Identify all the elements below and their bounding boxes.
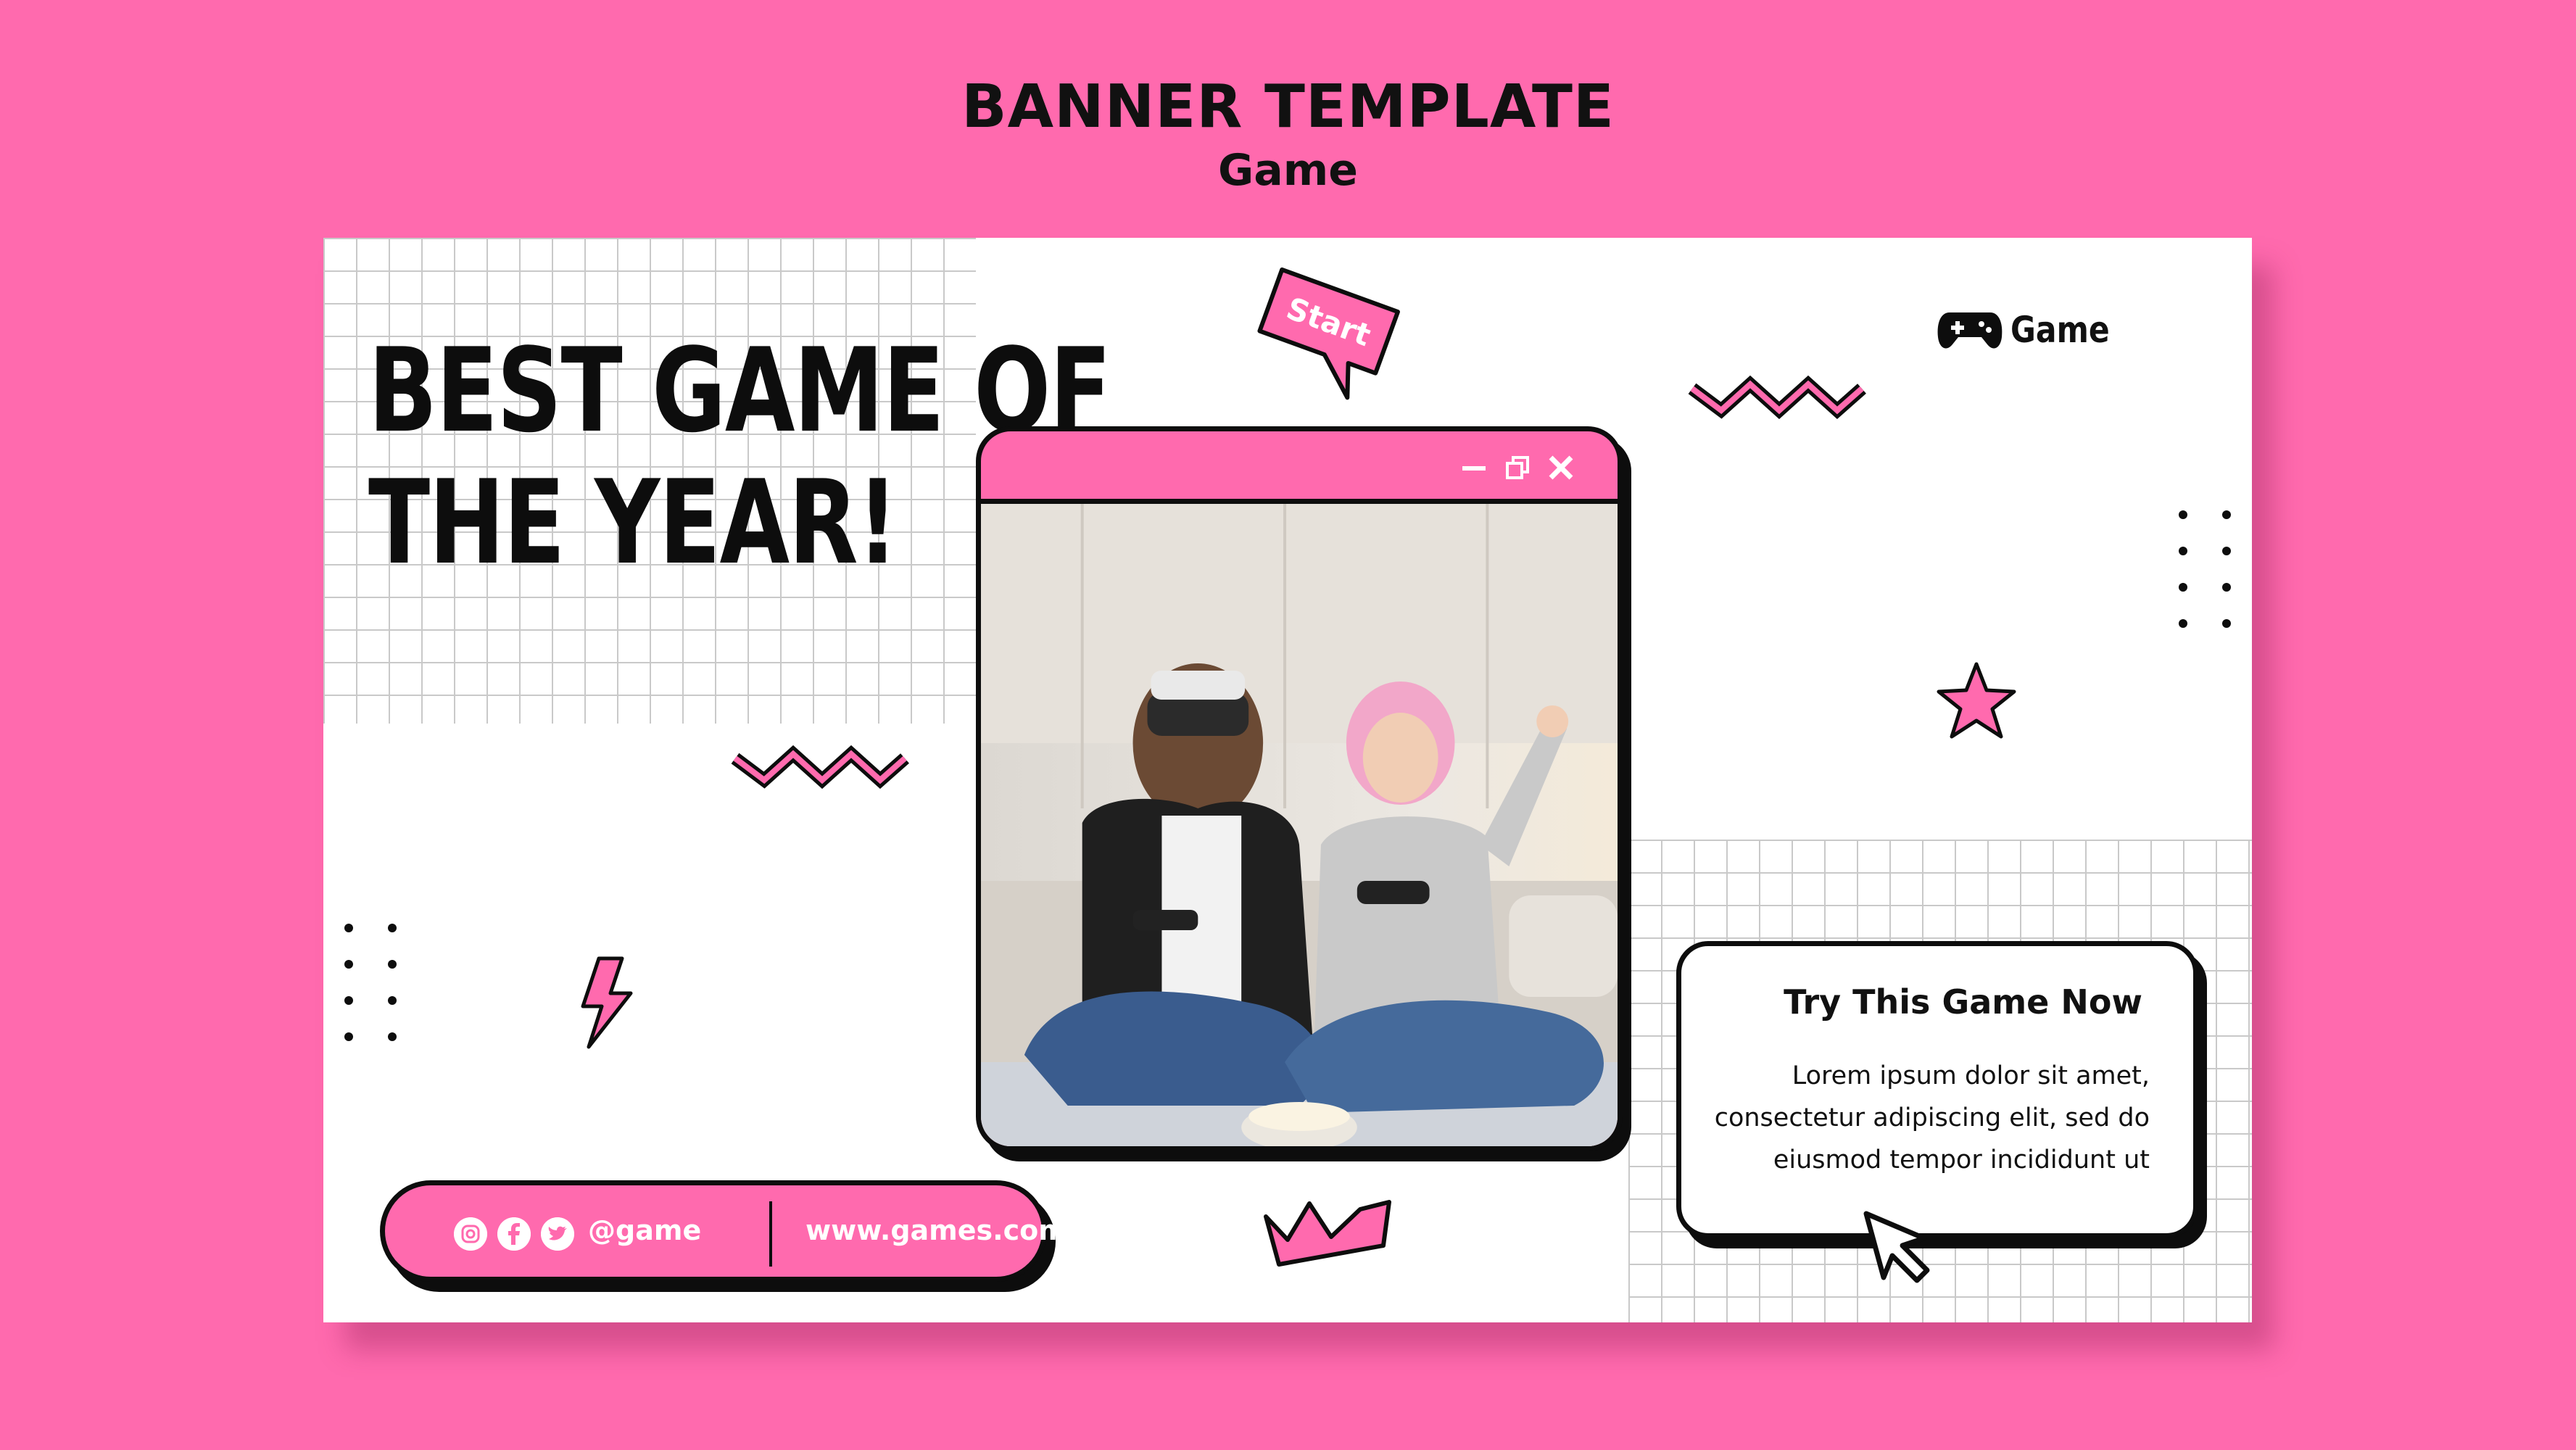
brand-logo: Game: [1937, 303, 2125, 361]
restore-icon[interactable]: [1503, 453, 1532, 482]
page-subtitle: Game: [1218, 145, 1358, 196]
lightning-icon: [581, 956, 633, 1049]
minimize-icon[interactable]: [1459, 453, 1488, 482]
zigzag-decoration-left: [731, 745, 909, 789]
cursor-arrow-icon: [1863, 1211, 1930, 1283]
facebook-icon[interactable]: [497, 1217, 531, 1251]
social-bar: @game www.games.com: [380, 1180, 1067, 1282]
dots-decoration-left: [344, 924, 397, 1041]
page-title: BANNER TEMPLATE: [961, 72, 1615, 141]
cta-body-line-1: Lorem ipsum dolor sit amet,: [1792, 1061, 2150, 1090]
game-window: [976, 426, 1623, 1151]
headline: BEST GAME OF THE YEAR!: [368, 323, 1111, 590]
instagram-icon[interactable]: [454, 1217, 487, 1251]
website-link[interactable]: www.games.com: [805, 1214, 1067, 1246]
star-icon: [1937, 662, 2016, 739]
cta-card[interactable]: Try This Game Now Lorem ipsum dolor sit …: [1676, 941, 2198, 1238]
close-icon[interactable]: [1546, 453, 1575, 482]
window-title-bar: [981, 431, 1618, 504]
gamers-photo: [981, 504, 1618, 1146]
start-tag: Start: [1257, 267, 1400, 400]
dots-decoration-right: [2179, 510, 2231, 628]
social-handle[interactable]: @game: [588, 1214, 701, 1246]
cta-title: Try This Game Now: [1784, 982, 2142, 1022]
twitter-icon[interactable]: [541, 1217, 574, 1251]
headline-line-1: BEST GAME OF: [368, 323, 1111, 458]
cta-body-line-2: consectetur adipiscing elit, sed do: [1714, 1103, 2150, 1132]
social-divider: [769, 1201, 772, 1267]
gamepad-icon: [1937, 312, 2003, 349]
headline-line-2: THE YEAR!: [368, 455, 898, 590]
crown-icon: [1264, 1200, 1391, 1267]
cta-body: Lorem ipsum dolor sit amet, consectetur …: [1686, 1055, 2150, 1181]
brand-label: Game: [2010, 309, 2110, 351]
cta-body-line-3: eiusmod tempor incididunt ut: [1773, 1146, 2150, 1174]
banner: BEST GAME OF THE YEAR! Start Game @game …: [323, 238, 2252, 1322]
zigzag-decoration-top: [1688, 375, 1866, 419]
